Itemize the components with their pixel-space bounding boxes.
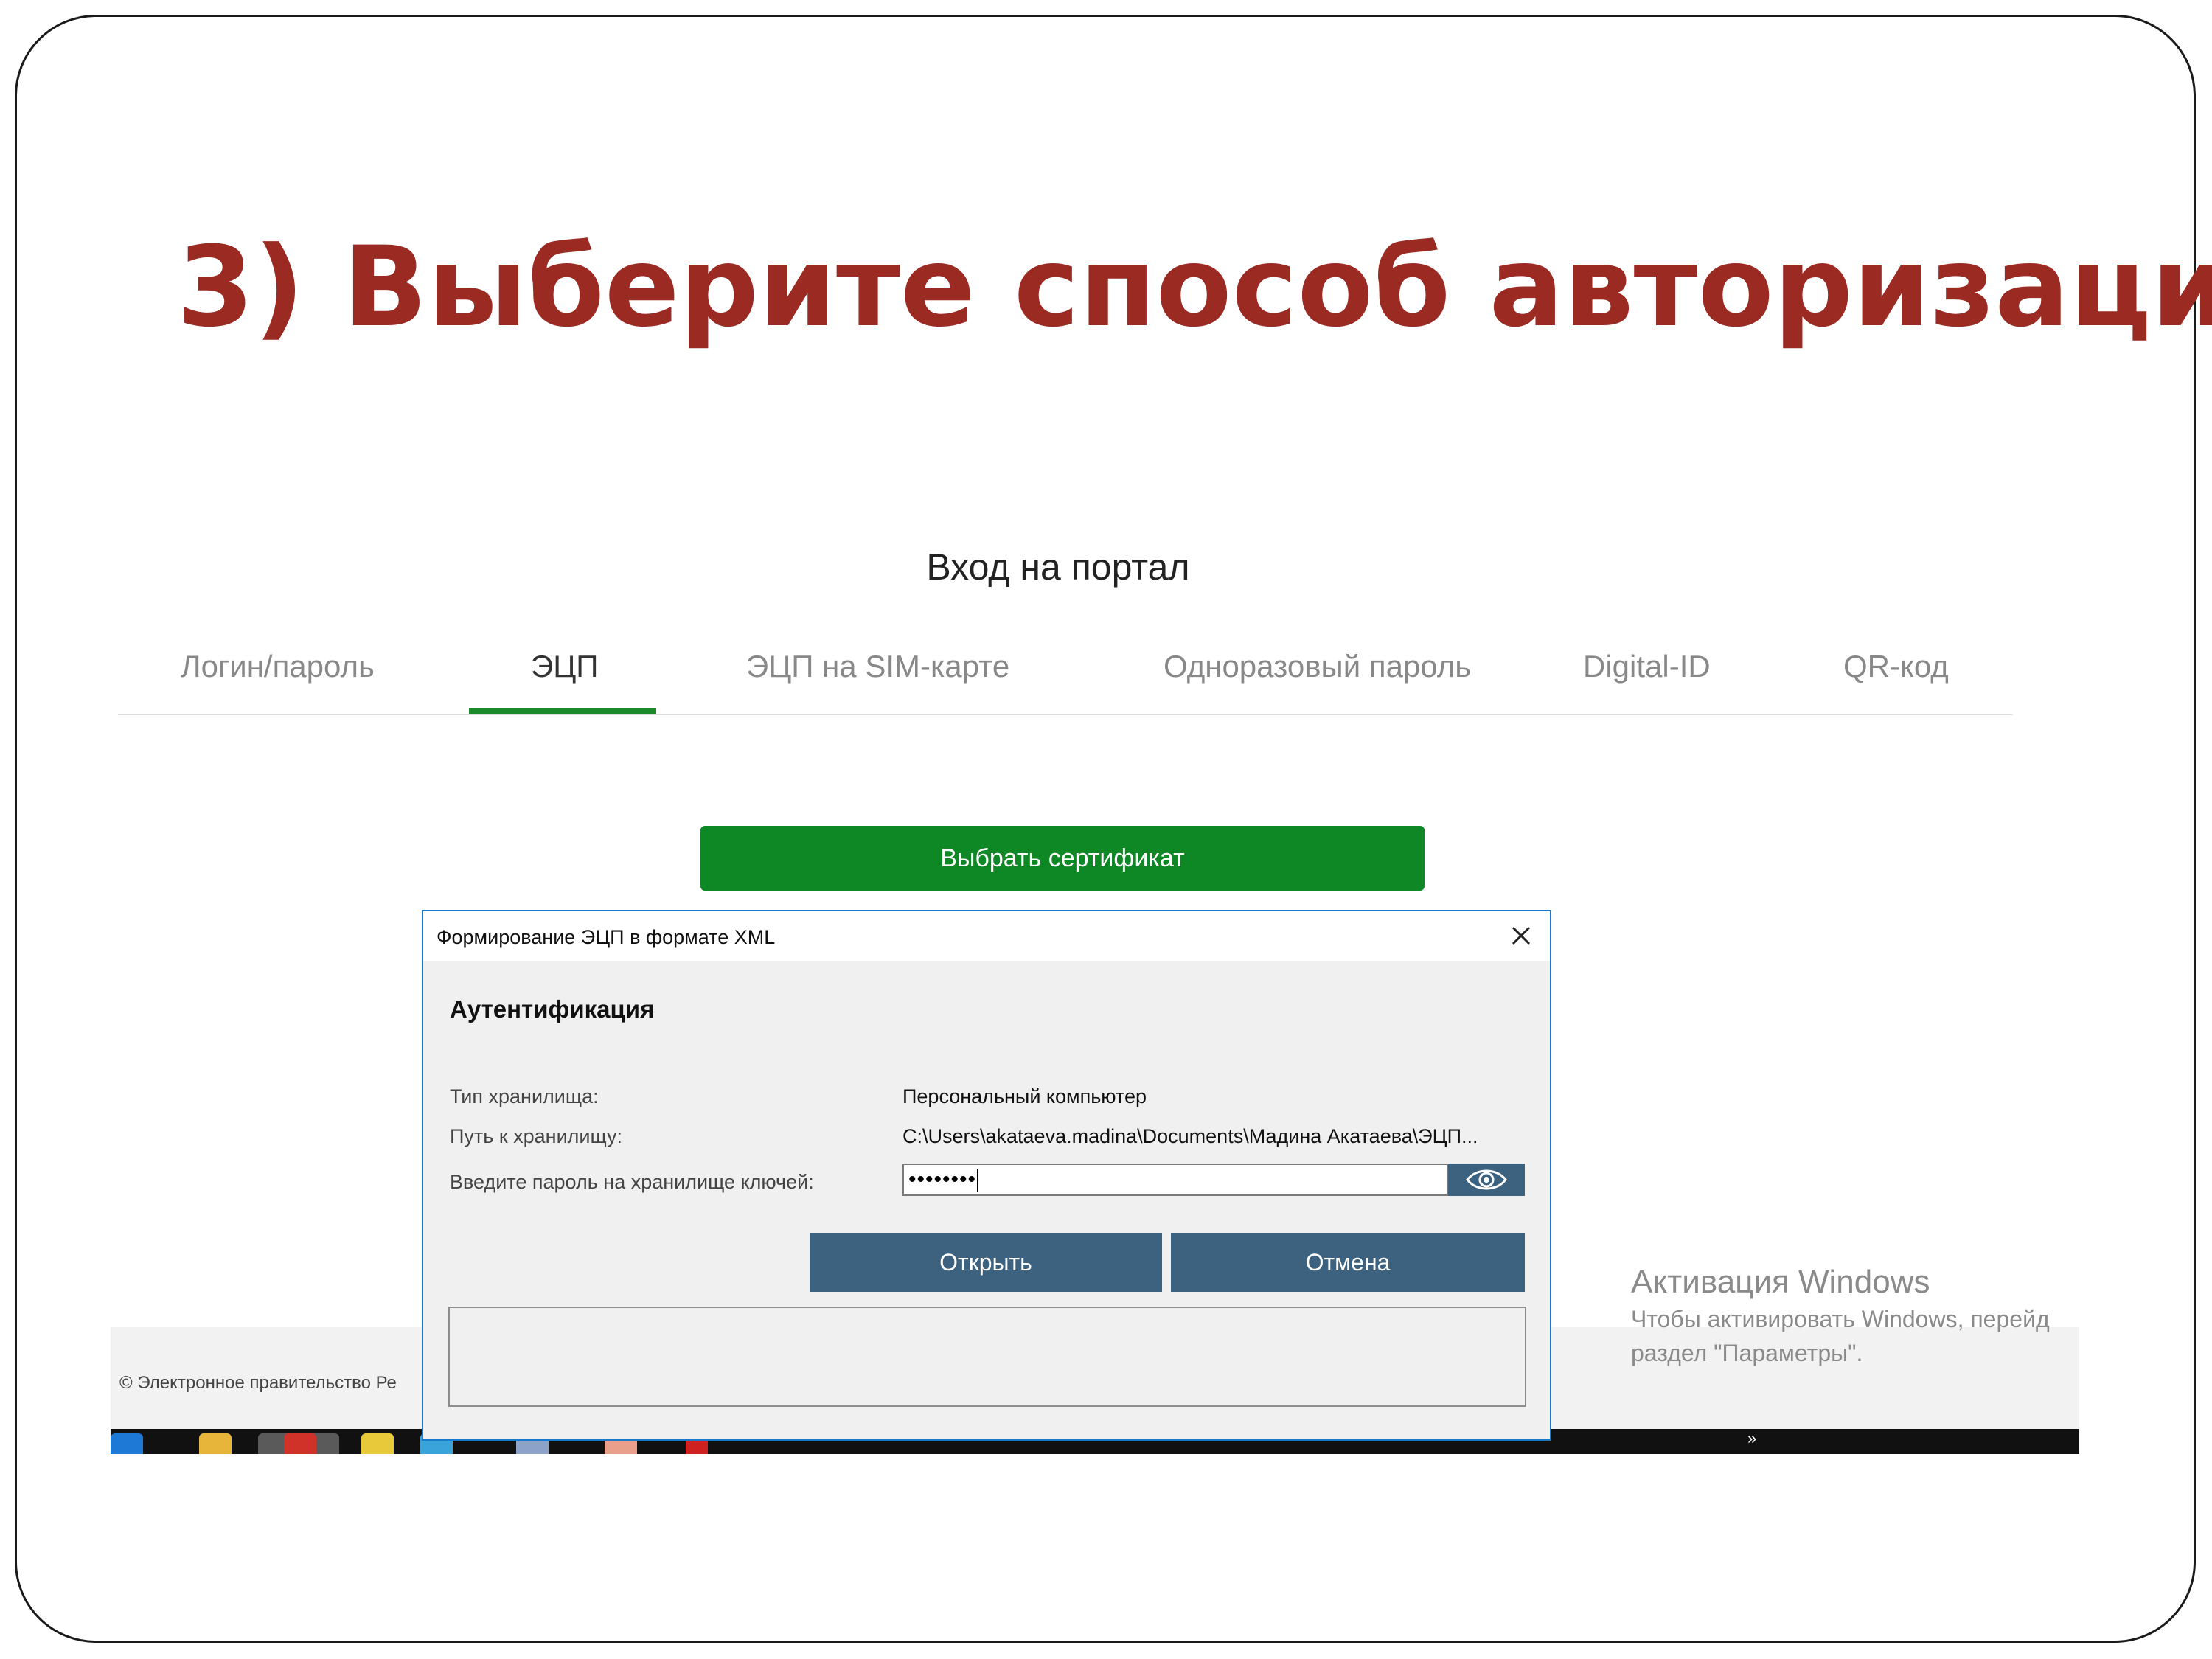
storage-path-label: Путь к хранилищу:: [450, 1125, 623, 1147]
slide-title: 3) Выберите способ авторизации: [177, 223, 2212, 352]
open-button[interactable]: Открыть: [810, 1233, 1162, 1292]
storage-path-value: C:\Users\akataeva.madina\Documents\Мадин…: [902, 1125, 1478, 1147]
storage-type-label: Тип хранилища:: [450, 1085, 599, 1107]
activation-line-2: раздел "Параметры".: [1631, 1340, 1863, 1366]
portal-heading: Вход на портал: [926, 546, 1190, 588]
tab-eds[interactable]: ЭЦП: [531, 649, 598, 684]
text-caret: [977, 1169, 979, 1192]
windows-activation-watermark: Активация Windows Чтобы активировать Win…: [1631, 1262, 2050, 1370]
xml-signature-dialog: Формирование ЭЦП в формате XML Аутентифи…: [422, 910, 1551, 1441]
tab-qr-code[interactable]: QR-код: [1843, 649, 1949, 684]
password-label: Введите пароль на хранилище ключей:: [450, 1171, 814, 1193]
password-value: ••••••••: [908, 1167, 977, 1192]
select-certificate-button[interactable]: Выбрать сертификат: [700, 826, 1425, 891]
activation-title: Активация Windows: [1631, 1264, 1930, 1300]
tray-overflow-icon[interactable]: »: [1747, 1429, 1756, 1448]
start-icon[interactable]: [111, 1433, 143, 1454]
close-icon[interactable]: [1506, 920, 1537, 951]
auth-method-tabs: Логин/пароль ЭЦП ЭЦП на SIM-карте Однора…: [118, 627, 2013, 715]
dialog-titlebar: Формирование ЭЦП в формате XML: [423, 911, 1550, 961]
active-tab-indicator: [469, 708, 656, 714]
tab-eds-sim[interactable]: ЭЦП на SIM-карте: [746, 649, 1009, 684]
tab-digital-id[interactable]: Digital-ID: [1583, 649, 1711, 684]
message-area: [448, 1307, 1526, 1407]
dialog-title: Формирование ЭЦП в формате XML: [437, 926, 776, 948]
password-input[interactable]: ••••••••: [902, 1164, 1448, 1196]
activation-line-1: Чтобы активировать Windows, перейд: [1631, 1306, 2050, 1332]
chrome-icon[interactable]: [284, 1433, 316, 1454]
storage-type-value: Персональный компьютер: [902, 1085, 1147, 1107]
tab-one-time-password[interactable]: Одноразовый пароль: [1164, 649, 1471, 684]
eye-icon[interactable]: [1448, 1164, 1525, 1196]
folder-icon[interactable]: [361, 1433, 394, 1454]
dialog-heading: Аутентификация: [450, 995, 655, 1023]
footer-copyright: © Электронное правительство Ре: [119, 1373, 397, 1393]
explorer-icon[interactable]: [199, 1433, 232, 1454]
cancel-button[interactable]: Отмена: [1171, 1233, 1525, 1292]
tab-login-password[interactable]: Логин/пароль: [181, 649, 375, 684]
